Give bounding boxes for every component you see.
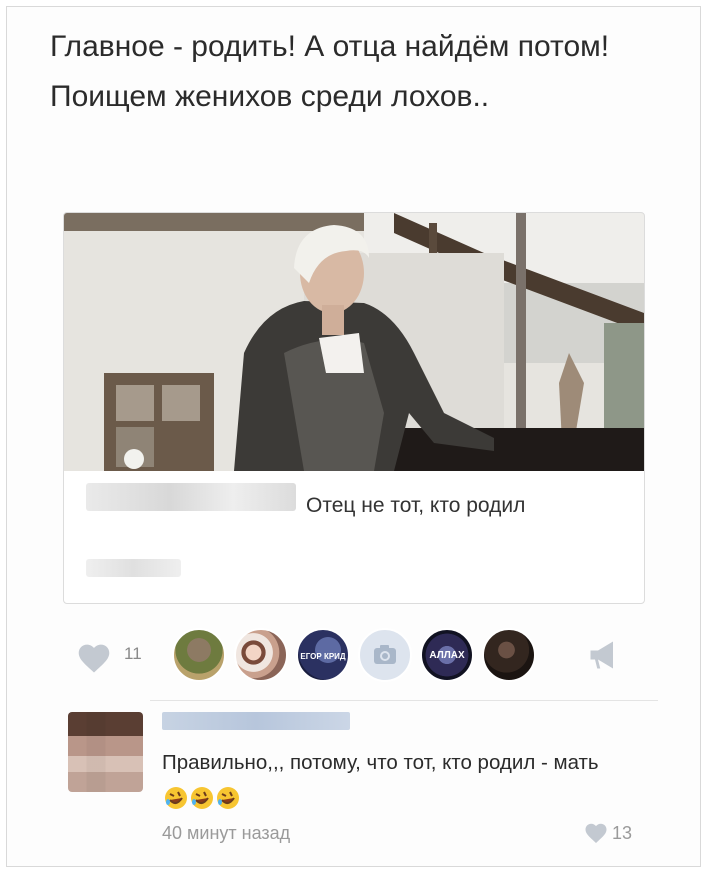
camera-icon — [374, 645, 396, 664]
liker-avatar[interactable] — [482, 628, 536, 682]
repost-text: Отец не тот, кто родил — [306, 494, 526, 517]
rofl-emoji-icon — [217, 786, 239, 809]
post-actions: 11 ЕГОР КРИД АЛЛАХ — [76, 624, 636, 686]
liker-avatar[interactable] — [234, 628, 288, 682]
comment-divider — [150, 700, 658, 701]
comment-body: Правильно,,, потому, что тот, кто родил … — [162, 745, 642, 818]
emoji-group — [162, 782, 240, 818]
liker-avatar[interactable] — [172, 628, 226, 682]
heart-icon[interactable] — [76, 642, 112, 674]
post-text: Главное - родить! А отца найдём потом! П… — [50, 30, 610, 113]
repost-card[interactable]: Отец не тот, кто родил — [63, 212, 645, 604]
megaphone-icon[interactable] — [586, 638, 622, 672]
avatar-label: ЕГОР КРИД — [300, 652, 346, 661]
liker-avatar[interactable]: АЛЛАХ — [420, 628, 474, 682]
comment-timestamp[interactable]: 40 минут назад — [162, 823, 290, 844]
comment-heart-icon[interactable] — [584, 822, 608, 844]
rofl-emoji-icon — [191, 786, 213, 809]
commenter-name-blurred[interactable] — [162, 712, 350, 730]
avatar-label: АЛЛАХ — [429, 650, 465, 661]
liker-avatar[interactable]: ЕГОР КРИД — [296, 628, 350, 682]
liker-avatar[interactable] — [358, 628, 412, 682]
repost-text-line: Отец не тот, кто родил — [86, 489, 626, 523]
commenter-avatar[interactable] — [68, 712, 143, 792]
comment-like-count[interactable]: 13 — [612, 823, 632, 844]
like-count[interactable]: 11 — [124, 644, 142, 664]
comment-text: Правильно,,, потому, что тот, кто родил … — [162, 751, 599, 774]
rofl-emoji-icon — [165, 786, 187, 809]
repost-photo[interactable] — [64, 213, 644, 471]
repost-meta-blurred — [86, 559, 181, 577]
